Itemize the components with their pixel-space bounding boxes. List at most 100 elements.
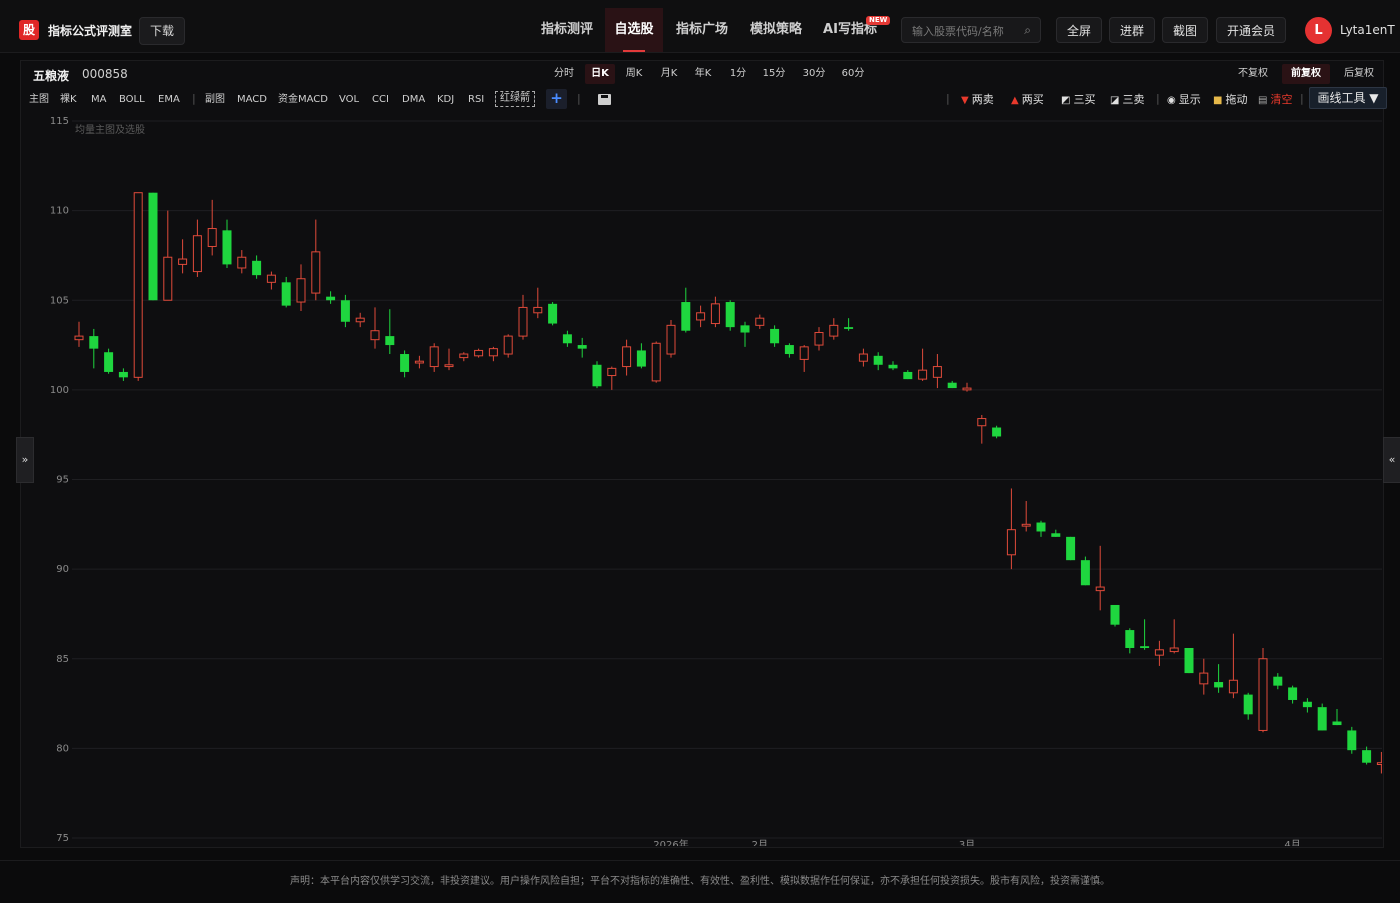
- candle-body-down: [104, 352, 114, 372]
- period-tab-30min[interactable]: 30分: [799, 64, 829, 84]
- right-expand-button[interactable]: «: [1383, 437, 1400, 483]
- candle-body-down: [577, 345, 587, 349]
- indicator-bare-k[interactable]: 裸K: [60, 93, 77, 107]
- candle-body-down: [1184, 647, 1194, 674]
- period-tab-1min[interactable]: 1分: [726, 64, 750, 84]
- period-tab-intraday[interactable]: 分时: [551, 64, 577, 84]
- indicator-fund-macd[interactable]: 资金MACD: [278, 93, 328, 107]
- candle-body-down: [725, 302, 735, 328]
- tool-clear[interactable]: ▤ 清空: [1258, 93, 1292, 108]
- candle-body-up: [1006, 529, 1016, 556]
- screenshot-button[interactable]: 截图: [1162, 17, 1208, 43]
- candle-body-up: [192, 235, 202, 273]
- chart-title: 均量主图及选股: [75, 123, 145, 136]
- candle-body-down: [1332, 721, 1342, 726]
- down-triangle-icon: ▼: [961, 95, 969, 106]
- nav-tab-indicator-square[interactable]: 指标广场: [666, 8, 738, 52]
- period-tab-daily[interactable]: 日K: [585, 64, 615, 84]
- tool-label: 三买: [1073, 93, 1096, 106]
- download-button[interactable]: 下载: [139, 17, 185, 45]
- lock-icon: ■: [1213, 95, 1223, 106]
- indicator-ma[interactable]: MA: [91, 93, 106, 107]
- indicator-sub[interactable]: 副图: [205, 93, 225, 107]
- candle-body-down: [784, 345, 794, 355]
- buy3-icon: ◩: [1061, 95, 1071, 106]
- add-indicator-button[interactable]: +: [546, 89, 567, 109]
- candle-body-up: [607, 367, 617, 377]
- indicator-kdj[interactable]: KDJ: [437, 93, 454, 107]
- candle-body-down: [1125, 630, 1135, 648]
- nav-tab-ai-indicator[interactable]: AI写指标: [814, 8, 886, 52]
- candle-body-up: [829, 324, 839, 337]
- period-tab-yearly[interactable]: 年K: [690, 64, 716, 84]
- period-tab-monthly[interactable]: 月K: [656, 64, 682, 84]
- x-tick-label: 2026年: [653, 838, 688, 846]
- y-tick-label: 110: [50, 206, 69, 217]
- candle-body-up: [1169, 647, 1179, 653]
- draw-tool-dropdown[interactable]: 画线工具 ▼: [1309, 87, 1387, 109]
- fullscreen-button[interactable]: 全屏: [1056, 17, 1102, 43]
- tool-three-sell[interactable]: ◪ 三卖: [1110, 93, 1144, 108]
- logo-icon: 股: [19, 20, 39, 40]
- indicator-boll[interactable]: BOLL: [119, 93, 145, 107]
- save-icon[interactable]: [598, 94, 611, 105]
- nav-tab-indicator-review[interactable]: 指标测评: [531, 8, 603, 52]
- indicator-cci[interactable]: CCI: [372, 93, 389, 107]
- tool-show[interactable]: ◉ 显示: [1167, 93, 1201, 108]
- tool-label: 拖动: [1225, 93, 1248, 106]
- avatar[interactable]: L: [1305, 17, 1332, 44]
- candle-body-down: [400, 354, 410, 372]
- x-tick-label: 2月: [752, 839, 768, 846]
- candle-body-up: [1021, 523, 1031, 527]
- candle-body-down: [1214, 682, 1224, 688]
- indicator-dma[interactable]: DMA: [402, 93, 425, 107]
- sell3-icon: ◪: [1110, 95, 1120, 106]
- tool-drag[interactable]: ■ 拖动: [1213, 93, 1247, 108]
- period-tab-60min[interactable]: 60分: [838, 64, 868, 84]
- tool-two-buy[interactable]: ▲ 两买: [1011, 93, 1044, 108]
- adjust-none[interactable]: 不复权: [1232, 64, 1274, 84]
- period-tab-weekly[interactable]: 周K: [621, 64, 647, 84]
- toolbar-divider: |: [1156, 92, 1160, 105]
- tool-three-buy[interactable]: ◩ 三买: [1061, 93, 1095, 108]
- candle-body-up: [207, 228, 217, 247]
- candle-body-down: [340, 300, 350, 322]
- candle-body-down: [681, 302, 691, 331]
- candle-body-down: [118, 371, 128, 378]
- search-icon[interactable]: ⌕: [1024, 23, 1031, 38]
- y-tick-label: 75: [56, 833, 69, 844]
- candle-body-down: [148, 192, 158, 301]
- nav-tab-watchlist[interactable]: 自选股: [605, 8, 663, 52]
- username[interactable]: Lyta1enT: [1340, 23, 1395, 37]
- candle-body-down: [740, 325, 750, 333]
- candle-body-down: [222, 230, 232, 265]
- candle-body-up: [533, 306, 543, 314]
- candle-body-up: [666, 324, 676, 355]
- indicator-main[interactable]: 主图: [29, 93, 49, 107]
- candle-body-down: [1110, 604, 1120, 625]
- indicator-red-green-arrow[interactable]: 红绿箭: [495, 91, 535, 107]
- adjust-forward[interactable]: 前复权: [1282, 64, 1330, 84]
- nav-tab-simulated-strategy[interactable]: 模拟策略: [740, 8, 812, 52]
- indicator-macd[interactable]: MACD: [237, 93, 267, 107]
- candle-body-down: [888, 364, 898, 369]
- candle-body-down: [992, 427, 1002, 437]
- trash-icon: ▤: [1258, 95, 1268, 106]
- tool-two-sell[interactable]: ▼ 两卖: [961, 93, 994, 108]
- candlestick-chart[interactable]: 75 80 85 90 95 100 105 110 115 均量主图及选股 2026年 2月 3月 4月: [20, 111, 1382, 846]
- indicator-ema[interactable]: EMA: [158, 93, 180, 107]
- indicator-vol[interactable]: VOL: [339, 93, 359, 107]
- candle-body-down: [903, 371, 913, 380]
- candle-body-down: [592, 364, 602, 387]
- left-expand-button[interactable]: »: [16, 437, 34, 483]
- period-tab-15min[interactable]: 15分: [759, 64, 789, 84]
- tool-label: 显示: [1178, 93, 1201, 106]
- candle-body-up: [858, 353, 868, 362]
- adjust-backward[interactable]: 后复权: [1338, 64, 1380, 84]
- stock-name: 五粮液: [33, 69, 70, 83]
- candle-body-up: [518, 306, 528, 337]
- join-group-button[interactable]: 进群: [1109, 17, 1155, 43]
- membership-button[interactable]: 开通会员: [1216, 17, 1286, 43]
- stock-search-input[interactable]: [910, 21, 1024, 41]
- indicator-rsi[interactable]: RSI: [468, 93, 484, 107]
